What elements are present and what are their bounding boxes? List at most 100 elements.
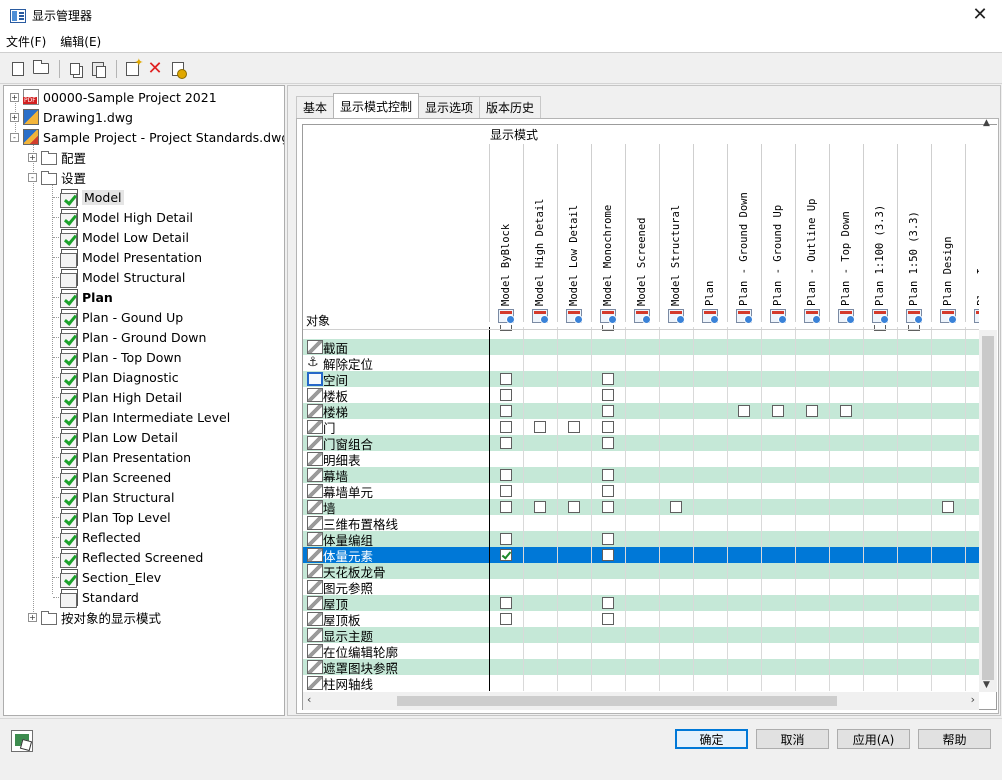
display-checkbox[interactable] <box>602 549 614 561</box>
column-header[interactable]: Model High Detail <box>534 199 546 306</box>
collapse-icon[interactable]: - <box>28 172 37 182</box>
display-checkbox[interactable] <box>602 421 614 433</box>
close-icon[interactable]: ✕ <box>970 4 990 25</box>
expand-icon[interactable]: + <box>10 92 19 102</box>
vertical-scroll-thumb[interactable] <box>982 336 994 680</box>
tree-item[interactable]: Plan Low Detail <box>60 427 178 448</box>
table-row[interactable]: ⚓ 解除定位 <box>303 355 979 373</box>
column-header[interactable]: Plan 1:50 (3.3) <box>908 211 920 306</box>
column-header[interactable]: Model Low Detail <box>568 205 580 306</box>
table-row[interactable]: 墙 <box>303 499 979 516</box>
copy-button[interactable] <box>65 59 85 79</box>
help-button[interactable]: 帮助 <box>918 729 991 749</box>
menu-edit[interactable]: 编辑(E) <box>60 33 101 50</box>
ok-button[interactable]: 确定 <box>675 729 748 749</box>
open-button[interactable] <box>31 59 51 79</box>
tree-item[interactable]: Plan - Top Down <box>60 347 182 368</box>
display-checkbox[interactable] <box>602 485 614 497</box>
horizontal-scrollbar[interactable]: ‹ › <box>303 692 979 710</box>
new-button[interactable] <box>8 59 28 79</box>
tree-item[interactable]: Plan Top Level <box>60 507 171 528</box>
table-row[interactable]: 截面 <box>303 339 979 356</box>
display-checkbox[interactable] <box>500 485 512 497</box>
tree-item[interactable]: - Sample Project - Project Standards.dwg <box>10 127 284 147</box>
display-checkbox[interactable] <box>500 405 512 417</box>
display-tree[interactable]: +00000-Sample Project 2021+Drawing1.dwg-… <box>3 85 285 716</box>
tree-item[interactable]: +00000-Sample Project 2021 <box>10 87 217 107</box>
display-checkbox[interactable] <box>908 325 920 331</box>
delete-button[interactable]: ✕ <box>145 59 165 79</box>
display-checkbox[interactable] <box>500 597 512 609</box>
display-checkbox[interactable] <box>602 389 614 401</box>
column-header[interactable]: Model ByBlock <box>500 224 512 306</box>
column-header[interactable]: Plan <box>704 281 716 306</box>
display-checkbox[interactable] <box>840 405 852 417</box>
tab-basic[interactable]: 基本 <box>296 96 335 118</box>
display-checkbox[interactable] <box>500 469 512 481</box>
table-row[interactable]: 图元参照 <box>303 579 979 596</box>
display-checkbox[interactable] <box>500 373 512 385</box>
tree-item[interactable]: Plan Presentation <box>60 447 191 468</box>
tree-item[interactable]: Reflected Screened <box>60 547 203 568</box>
collapse-icon[interactable]: - <box>10 132 19 142</box>
tree-item[interactable]: + 配置 <box>28 147 86 167</box>
menu-file[interactable]: 文件(F) <box>6 33 46 50</box>
table-row[interactable]: 屋顶 <box>303 595 979 612</box>
tree-item[interactable]: Model Low Detail <box>60 227 189 248</box>
table-row[interactable]: 幕墙 <box>303 467 979 484</box>
tree-item[interactable]: Plan Diagnostic <box>60 367 179 388</box>
table-row[interactable]: 明细表 <box>303 451 979 468</box>
tree-item[interactable]: Plan Intermediate Level <box>60 407 230 428</box>
new-style-button[interactable] <box>122 56 144 79</box>
display-checkbox[interactable] <box>500 549 512 561</box>
display-checkbox[interactable] <box>500 533 512 545</box>
tab-version-history[interactable]: 版本历史 <box>479 96 542 118</box>
display-checkbox[interactable] <box>738 405 750 417</box>
display-checkbox[interactable] <box>500 437 512 449</box>
table-row[interactable]: 门窗组合 <box>303 435 979 452</box>
display-checkbox[interactable] <box>602 533 614 545</box>
tree-item[interactable]: Plan High Detail <box>60 387 182 408</box>
table-row[interactable] <box>303 330 979 338</box>
column-header[interactable]: Plan 1:100 (3.3) <box>874 205 886 306</box>
display-checkbox[interactable] <box>806 405 818 417</box>
vertical-scrollbar[interactable]: ▲ ▼ <box>979 118 997 692</box>
table-row[interactable]: 遮罩图块参照 <box>303 659 979 676</box>
table-row[interactable]: 楼板 <box>303 387 979 404</box>
display-checkbox[interactable] <box>874 325 886 331</box>
display-checkbox[interactable] <box>534 421 546 433</box>
table-row[interactable]: 空间 <box>303 371 979 388</box>
tab-display-options[interactable]: 显示选项 <box>418 96 481 118</box>
tab-display-rep-control[interactable]: 显示模式控制 <box>333 93 420 118</box>
table-row[interactable]: 三维布置格线 <box>303 515 979 532</box>
tree-item[interactable]: Model <box>60 187 124 208</box>
tree-item[interactable]: Plan <box>60 287 113 308</box>
table-row[interactable]: 幕墙单元 <box>303 483 979 500</box>
display-checkbox[interactable] <box>772 405 784 417</box>
column-header[interactable]: Model Monochrome <box>602 205 614 306</box>
display-checkbox[interactable] <box>602 373 614 385</box>
scroll-left-icon[interactable]: ‹ <box>307 693 311 706</box>
column-header[interactable]: Plan Design <box>942 236 954 306</box>
tree-item[interactable]: Model Structural <box>60 267 185 288</box>
table-row[interactable]: 屋顶板 <box>303 611 979 628</box>
display-checkbox[interactable] <box>568 501 580 513</box>
properties-button[interactable] <box>168 59 188 79</box>
column-header[interactable]: Plan - Ground Up <box>772 205 784 306</box>
column-header[interactable]: Plan - Top Down <box>840 211 852 306</box>
scroll-down-icon[interactable]: ▼ <box>983 680 990 690</box>
tree-item[interactable]: Plan - Gound Up <box>60 307 183 328</box>
display-checkbox[interactable] <box>500 613 512 625</box>
tree-item[interactable]: Reflected <box>60 527 141 548</box>
tree-item[interactable]: Plan Structural <box>60 487 174 508</box>
table-row[interactable]: 体量元素 <box>303 547 979 564</box>
display-checkbox[interactable] <box>500 421 512 433</box>
tree-item[interactable]: + Drawing1.dwg <box>10 107 133 127</box>
column-header[interactable]: Model Screened <box>636 217 648 306</box>
display-checkbox[interactable] <box>534 501 546 513</box>
scroll-right-icon[interactable]: › <box>971 693 975 706</box>
table-row[interactable]: 在位编辑轮廓 <box>303 643 979 660</box>
view-window-icon[interactable] <box>11 730 33 752</box>
display-checkbox[interactable] <box>602 501 614 513</box>
apply-button[interactable]: 应用(A) <box>837 729 910 749</box>
